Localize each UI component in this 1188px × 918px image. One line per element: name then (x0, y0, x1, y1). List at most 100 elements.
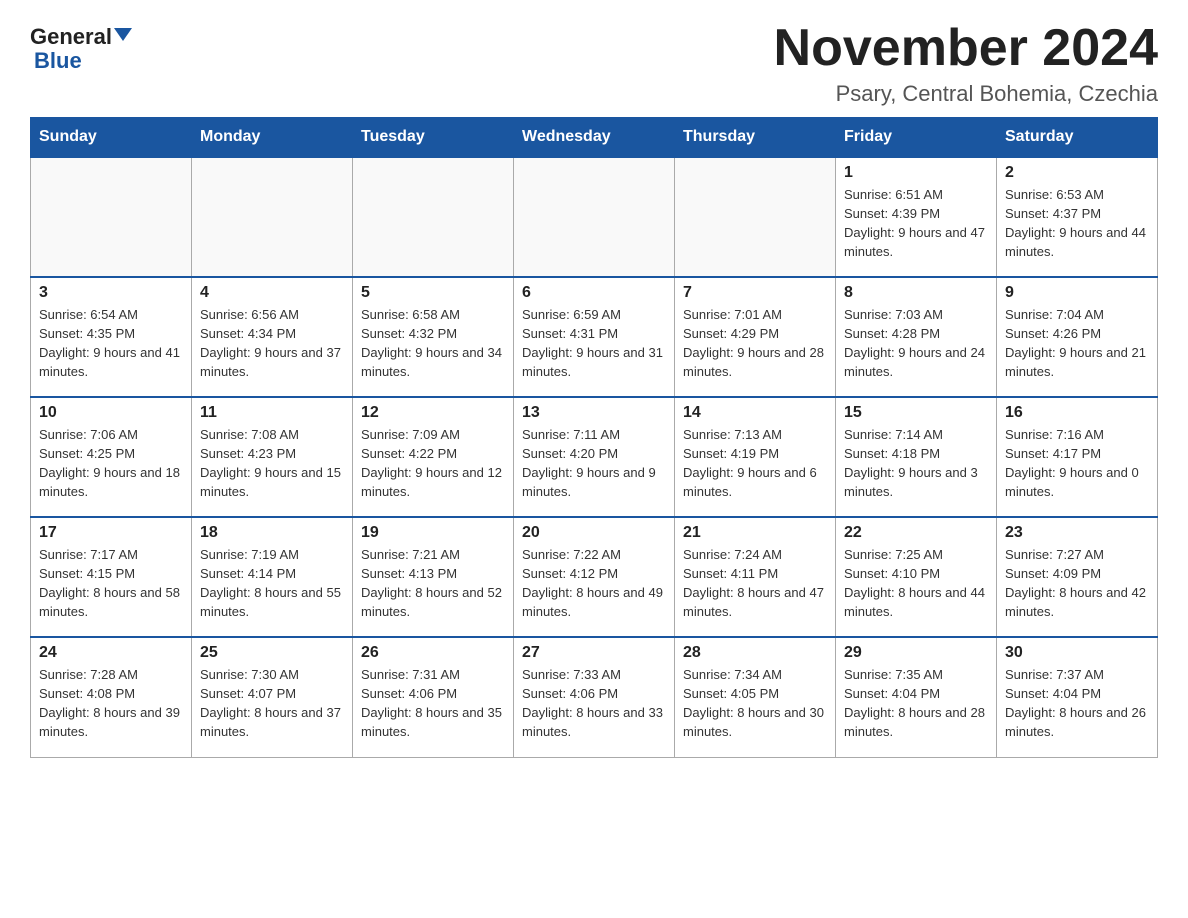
day-number: 24 (39, 644, 183, 662)
day-number: 11 (200, 404, 344, 422)
day-number: 9 (1005, 284, 1149, 302)
week-row-3: 10Sunrise: 7:06 AM Sunset: 4:25 PM Dayli… (31, 397, 1158, 517)
calendar-cell: 21 Sunrise: 7:24 AM Sunset: 4:11 PM Dayli… (675, 517, 836, 637)
calendar-cell: 29 Sunrise: 7:35 AM Sunset: 4:04 PM Dayli… (836, 637, 997, 757)
day-number: 28 (683, 644, 827, 662)
week-row-5: 24 Sunrise: 7:28 AM Sunset: 4:08 PM Dayli… (31, 637, 1158, 757)
calendar-cell (31, 157, 192, 277)
calendar-cell: 16 Sunrise: 7:16 AM Sunset: 4:17 PM Dayli… (997, 397, 1158, 517)
page-header: General Blue November 2024 Psary, Centra… (30, 20, 1158, 107)
column-header-sunday: Sunday (31, 118, 192, 158)
day-number: 2 (1005, 164, 1149, 182)
day-info: Sunrise: 7:35 AM Sunset: 4:04 PM Dayligh… (844, 666, 988, 741)
day-info: Sunrise: 7:28 AM Sunset: 4:08 PM Dayligh… (39, 666, 183, 741)
day-info: Sunrise: 7:17 AM Sunset: 4:15 PM Dayligh… (39, 546, 183, 621)
day-info: Sunrise: 6:51 AM Sunset: 4:39 PM Dayligh… (844, 186, 988, 261)
day-number: 14 (683, 404, 827, 422)
day-number: 22 (844, 524, 988, 542)
day-info: Sunrise: 7:16 AM Sunset: 4:17 PM Dayligh… (1005, 426, 1149, 501)
day-number: 8 (844, 284, 988, 302)
day-info: Sunrise: 7:25 AM Sunset: 4:10 PM Dayligh… (844, 546, 988, 621)
column-header-tuesday: Tuesday (353, 118, 514, 158)
day-info: Sunrise: 7:30 AM Sunset: 4:07 PM Dayligh… (200, 666, 344, 741)
day-info: Sunrise: 6:53 AM Sunset: 4:37 PM Dayligh… (1005, 186, 1149, 261)
title-area: November 2024 Psary, Central Bohemia, Cz… (774, 20, 1158, 107)
calendar-cell: 14 Sunrise: 7:13 AM Sunset: 4:19 PM Dayli… (675, 397, 836, 517)
day-number: 23 (1005, 524, 1149, 542)
day-number: 19 (361, 524, 505, 542)
day-number: 30 (1005, 644, 1149, 662)
day-info: Sunrise: 7:03 AM Sunset: 4:28 PM Dayligh… (844, 306, 988, 381)
calendar-cell: 20 Sunrise: 7:22 AM Sunset: 4:12 PM Dayli… (514, 517, 675, 637)
day-number: 25 (200, 644, 344, 662)
calendar-cell: 6Sunrise: 6:59 AM Sunset: 4:31 PM Daylig… (514, 277, 675, 397)
calendar-cell (514, 157, 675, 277)
column-header-friday: Friday (836, 118, 997, 158)
day-number: 29 (844, 644, 988, 662)
day-number: 21 (683, 524, 827, 542)
calendar-cell: 8 Sunrise: 7:03 AM Sunset: 4:28 PM Daylig… (836, 277, 997, 397)
day-number: 10 (39, 404, 183, 422)
calendar-cell: 24 Sunrise: 7:28 AM Sunset: 4:08 PM Dayli… (31, 637, 192, 757)
day-info: Sunrise: 7:21 AM Sunset: 4:13 PM Dayligh… (361, 546, 505, 621)
calendar-cell: 5 Sunrise: 6:58 AM Sunset: 4:32 PM Daylig… (353, 277, 514, 397)
day-number: 16 (1005, 404, 1149, 422)
day-info: Sunrise: 7:34 AM Sunset: 4:05 PM Dayligh… (683, 666, 827, 741)
day-info: Sunrise: 7:27 AM Sunset: 4:09 PM Dayligh… (1005, 546, 1149, 621)
calendar-cell: 23 Sunrise: 7:27 AM Sunset: 4:09 PM Dayli… (997, 517, 1158, 637)
day-info: Sunrise: 7:01 AM Sunset: 4:29 PM Dayligh… (683, 306, 827, 381)
day-info: Sunrise: 6:58 AM Sunset: 4:32 PM Dayligh… (361, 306, 505, 381)
day-info: Sunrise: 7:33 AM Sunset: 4:06 PM Dayligh… (522, 666, 666, 741)
day-number: 17 (39, 524, 183, 542)
day-number: 5 (361, 284, 505, 302)
logo-triangle-icon (114, 28, 132, 41)
calendar-cell: 15 Sunrise: 7:14 AM Sunset: 4:18 PM Dayli… (836, 397, 997, 517)
calendar-cell: 11 Sunrise: 7:08 AM Sunset: 4:23 PM Dayli… (192, 397, 353, 517)
day-number: 15 (844, 404, 988, 422)
day-info: Sunrise: 7:14 AM Sunset: 4:18 PM Dayligh… (844, 426, 988, 501)
day-number: 7 (683, 284, 827, 302)
calendar-cell: 26 Sunrise: 7:31 AM Sunset: 4:06 PM Dayli… (353, 637, 514, 757)
calendar-cell: 25 Sunrise: 7:30 AM Sunset: 4:07 PM Dayli… (192, 637, 353, 757)
calendar-cell: 30 Sunrise: 7:37 AM Sunset: 4:04 PM Dayli… (997, 637, 1158, 757)
day-number: 18 (200, 524, 344, 542)
week-row-4: 17 Sunrise: 7:17 AM Sunset: 4:15 PM Dayli… (31, 517, 1158, 637)
day-info: Sunrise: 7:24 AM Sunset: 4:11 PM Dayligh… (683, 546, 827, 621)
day-info: Sunrise: 7:37 AM Sunset: 4:04 PM Dayligh… (1005, 666, 1149, 741)
calendar-cell (192, 157, 353, 277)
day-info: Sunrise: 6:54 AM Sunset: 4:35 PM Dayligh… (39, 306, 183, 381)
day-info: Sunrise: 7:04 AM Sunset: 4:26 PM Dayligh… (1005, 306, 1149, 381)
column-header-monday: Monday (192, 118, 353, 158)
day-info: Sunrise: 7:08 AM Sunset: 4:23 PM Dayligh… (200, 426, 344, 501)
calendar-cell: 2 Sunrise: 6:53 AM Sunset: 4:37 PM Daylig… (997, 157, 1158, 277)
column-header-saturday: Saturday (997, 118, 1158, 158)
day-number: 3 (39, 284, 183, 302)
calendar-cell: 9 Sunrise: 7:04 AM Sunset: 4:26 PM Daylig… (997, 277, 1158, 397)
column-header-wednesday: Wednesday (514, 118, 675, 158)
calendar-cell: 22 Sunrise: 7:25 AM Sunset: 4:10 PM Dayli… (836, 517, 997, 637)
week-row-2: 3 Sunrise: 6:54 AM Sunset: 4:35 PM Daylig… (31, 277, 1158, 397)
day-number: 20 (522, 524, 666, 542)
calendar-cell: 4 Sunrise: 6:56 AM Sunset: 4:34 PM Daylig… (192, 277, 353, 397)
calendar-table: SundayMondayTuesdayWednesdayThursdayFrid… (30, 117, 1158, 758)
calendar-cell: 18Sunrise: 7:19 AM Sunset: 4:14 PM Dayli… (192, 517, 353, 637)
day-number: 27 (522, 644, 666, 662)
day-info: Sunrise: 7:31 AM Sunset: 4:06 PM Dayligh… (361, 666, 505, 741)
logo-blue: Blue (34, 48, 82, 73)
day-info: Sunrise: 6:56 AM Sunset: 4:34 PM Dayligh… (200, 306, 344, 381)
calendar-cell (353, 157, 514, 277)
calendar-cell: 10Sunrise: 7:06 AM Sunset: 4:25 PM Dayli… (31, 397, 192, 517)
logo: General Blue (30, 20, 132, 73)
location-title: Psary, Central Bohemia, Czechia (774, 81, 1158, 107)
calendar-header-row: SundayMondayTuesdayWednesdayThursdayFrid… (31, 118, 1158, 158)
calendar-cell: 3 Sunrise: 6:54 AM Sunset: 4:35 PM Daylig… (31, 277, 192, 397)
day-number: 13 (522, 404, 666, 422)
day-info: Sunrise: 7:09 AM Sunset: 4:22 PM Dayligh… (361, 426, 505, 501)
day-number: 4 (200, 284, 344, 302)
day-info: Sunrise: 7:22 AM Sunset: 4:12 PM Dayligh… (522, 546, 666, 621)
column-header-thursday: Thursday (675, 118, 836, 158)
calendar-cell: 7 Sunrise: 7:01 AM Sunset: 4:29 PM Daylig… (675, 277, 836, 397)
day-info: Sunrise: 7:13 AM Sunset: 4:19 PM Dayligh… (683, 426, 827, 501)
day-number: 26 (361, 644, 505, 662)
day-info: Sunrise: 6:59 AM Sunset: 4:31 PM Dayligh… (522, 306, 666, 381)
